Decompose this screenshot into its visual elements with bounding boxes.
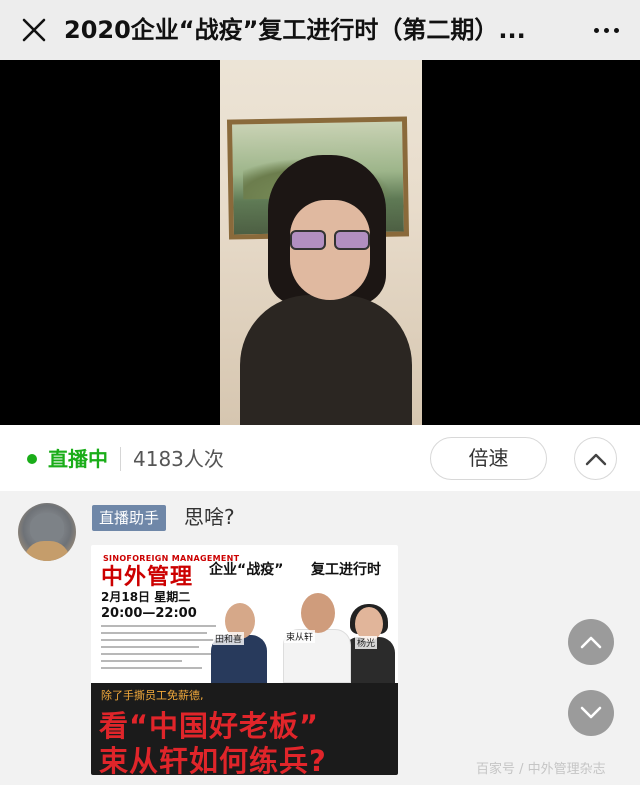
poster-date: 2月18日 星期二 — [101, 590, 191, 604]
speaker-sweater — [240, 295, 412, 425]
avatar[interactable] — [18, 503, 76, 561]
playback-speed-button[interactable]: 倍速 — [430, 437, 547, 480]
poster-logo: 中外管理 — [101, 565, 194, 590]
poster-time: 20:00—22:00 — [101, 606, 197, 621]
poster-headline-b: 复工进行时 — [311, 562, 381, 578]
poster-big-line-2: 束从轩如何练兵? — [99, 744, 327, 775]
speaker — [240, 155, 412, 425]
scroll-down-button[interactable] — [568, 690, 614, 736]
poster-image[interactable]: SINOFOREIGN MANAGEMENT 中外管理 企业“战疫” 复工进行时… — [91, 545, 398, 775]
assistant-badge: 直播助手 — [92, 505, 167, 531]
collapse-button[interactable] — [574, 437, 617, 480]
glasses-icon — [290, 230, 372, 252]
live-video-player[interactable] — [0, 60, 640, 425]
poster-body-text — [101, 625, 216, 683]
chevron-up-icon — [580, 636, 602, 649]
chat-message-text: 思啥? — [184, 505, 235, 529]
more-icon-dot — [603, 27, 609, 33]
chevron-up-icon — [585, 453, 606, 465]
chevron-down-icon — [580, 706, 602, 719]
guest-name-1: 田和喜 — [213, 632, 245, 645]
more-icon — [593, 27, 599, 33]
watermark: 百家号 / 中外管理杂志 — [476, 762, 606, 777]
scroll-up-button[interactable] — [568, 619, 614, 665]
top-nav-bar: 2020企业“战疫”复工进行时（第二期）... — [0, 0, 640, 60]
guest-name-3: 杨光 — [355, 636, 378, 649]
live-status-label: 直播中 — [48, 447, 108, 471]
close-button[interactable] — [14, 10, 54, 50]
viewer-count: 4183人次 — [133, 447, 224, 471]
more-icon-dot — [613, 27, 619, 33]
more-options-button[interactable] — [588, 12, 624, 48]
close-icon — [22, 18, 46, 42]
divider — [120, 447, 121, 471]
page-title: 2020企业“战疫”复工进行时（第二期）... — [64, 16, 526, 44]
guest-name-2: 束从轩 — [284, 630, 316, 643]
poster-subline: 除了手撕员工免薪德, — [101, 689, 204, 702]
live-dot-icon — [27, 454, 37, 464]
video-frame — [220, 60, 422, 425]
poster-headline-a: 企业“战疫” — [209, 562, 284, 578]
